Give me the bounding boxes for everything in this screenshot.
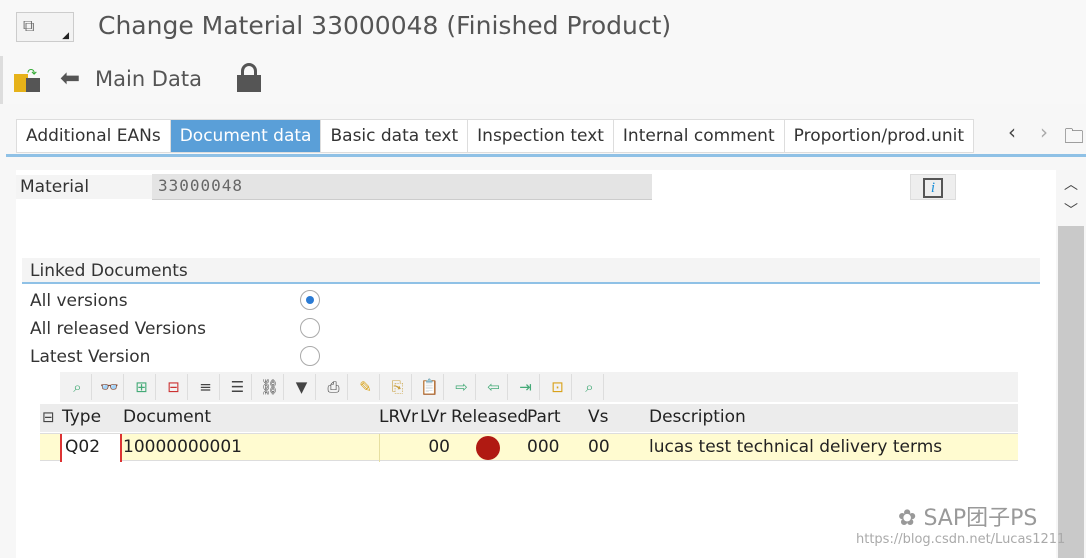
lrvr-cell	[379, 434, 419, 462]
released-status-icon	[476, 436, 500, 460]
tab-internal-comment[interactable]: Internal comment	[612, 119, 784, 153]
dropdown-icon: ◢	[62, 31, 69, 41]
watermark-logo: ✿ SAP团子PS	[898, 506, 1038, 531]
window-title: Change Material 33000048 (Finished Produ…	[98, 11, 672, 40]
tab-inspection-text[interactable]: Inspection text	[467, 119, 613, 153]
copy-icon[interactable]: ⎘	[384, 374, 412, 400]
find-icon[interactable]: ⛓	[256, 374, 284, 400]
scroll-up-icon[interactable]: ︿	[1064, 174, 1078, 194]
tab-divider	[6, 154, 1086, 157]
description-cell: lucas test technical delivery terms	[649, 437, 943, 457]
back-arrow-icon[interactable]: ⬅	[60, 64, 80, 92]
column-lvr[interactable]: LVr	[420, 404, 446, 432]
column-vs[interactable]: Vs	[588, 404, 609, 432]
document-cell[interactable]: 10000000001	[123, 434, 242, 462]
grid-toolbar: ⌕ 👓 ⊞ ⊟ ≡ ☰ ⛓ ▼ ⎙ ✎ ⎘ 📋 ⇨ ⇦ ⇥ ⊡ ⌕	[60, 372, 1018, 402]
print-icon[interactable]: ⎙	[320, 374, 348, 400]
tab-list-folder-icon[interactable]: 🗀	[1064, 122, 1084, 156]
radio-all-versions[interactable]	[300, 290, 320, 310]
tab-basic-data-text[interactable]: Basic data text	[320, 119, 468, 153]
column-type[interactable]: Type	[62, 404, 101, 432]
add-row-icon[interactable]: ⊞	[128, 374, 156, 400]
option-all-versions-label: All versions	[30, 291, 128, 311]
details-icon[interactable]: ⌕	[64, 374, 92, 400]
menu-button[interactable]: ⧉ ◢	[16, 12, 74, 42]
option-all-released-label: All released Versions	[30, 319, 207, 339]
lvr-cell: 00	[428, 437, 450, 457]
zoom-icon[interactable]: ⌕	[576, 374, 604, 400]
layout-icon[interactable]: ⊡	[544, 374, 572, 400]
delete-row-icon[interactable]: ⊟	[160, 374, 188, 400]
grid-header: ⊟ Type Document LRVr LVr Released Part V…	[40, 404, 1018, 432]
scroll-down-icon[interactable]: ﹀	[1064, 200, 1078, 220]
column-released[interactable]: Released	[451, 404, 528, 432]
option-latest-version-label: Latest Version	[30, 347, 151, 367]
tab-strip: Additional EANs Document data Basic data…	[16, 119, 975, 153]
lock-icon[interactable]	[237, 63, 261, 93]
import-icon[interactable]: ⇦	[480, 374, 508, 400]
column-lrvr[interactable]: LRVr	[379, 404, 418, 432]
vs-cell: 00	[588, 437, 610, 457]
filter-icon[interactable]: ▼	[288, 374, 316, 400]
menu-icon: ⧉	[23, 16, 35, 35]
switch-view-icon[interactable]: ↷	[14, 66, 42, 92]
edit-icon[interactable]: ✎	[352, 374, 380, 400]
material-field: 33000048	[152, 174, 652, 200]
main-data-button[interactable]: Main Data	[95, 67, 202, 91]
tab-document-data[interactable]: Document data	[169, 119, 321, 153]
sort-ascending-icon[interactable]: ≡	[192, 374, 220, 400]
column-part[interactable]: Part	[527, 404, 561, 432]
tab-additional-eans[interactable]: Additional EANs	[16, 119, 170, 153]
linked-documents-title: Linked Documents	[30, 261, 188, 281]
info-button[interactable]: i	[910, 174, 956, 200]
sort-descending-icon[interactable]: ☰	[224, 374, 252, 400]
display-icon[interactable]: 👓	[96, 374, 124, 400]
radio-all-released[interactable]	[300, 318, 320, 338]
type-cell[interactable]: Q02	[60, 434, 122, 462]
column-settings-icon[interactable]: ⊟	[42, 404, 55, 432]
transfer-icon[interactable]: ⇥	[512, 374, 540, 400]
scroll-thumb[interactable]	[1058, 226, 1084, 558]
watermark-url: https://blog.csdn.net/Lucas1211	[856, 532, 1066, 547]
info-icon: i	[923, 178, 943, 198]
part-cell: 000	[527, 437, 560, 457]
tab-prev-icon[interactable]: ‹	[1008, 120, 1016, 144]
tab-proportion-prod-unit[interactable]: Proportion/prod.unit	[783, 119, 975, 153]
paste-icon[interactable]: 📋	[416, 374, 444, 400]
radio-latest-version[interactable]	[300, 346, 320, 366]
export-icon[interactable]: ⇨	[448, 374, 476, 400]
column-document[interactable]: Document	[123, 404, 211, 432]
column-description[interactable]: Description	[649, 404, 746, 432]
material-label: Material	[20, 177, 90, 197]
table-row[interactable]: Q02 10000000001 00 000 00 lucas test tec…	[40, 433, 1018, 462]
vertical-scrollbar[interactable]: ︿ ﹀	[1056, 170, 1086, 558]
tab-next-icon[interactable]: ›	[1040, 120, 1048, 144]
